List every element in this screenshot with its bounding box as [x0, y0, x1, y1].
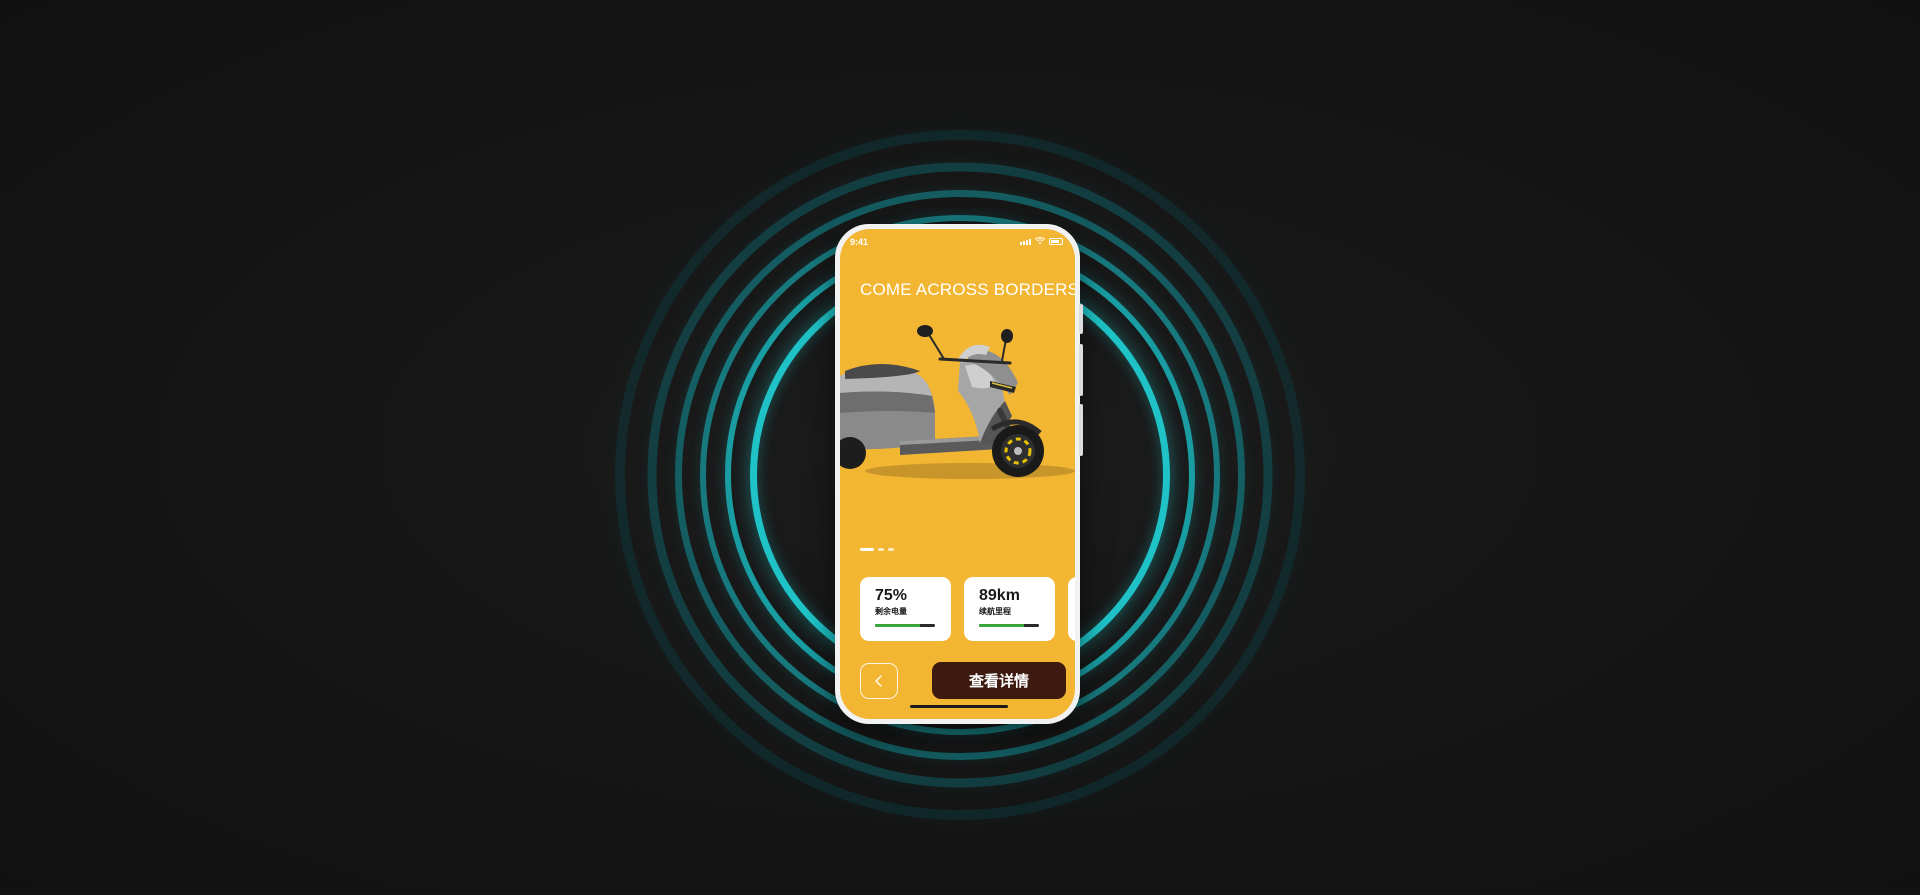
phone-side-button [1079, 344, 1083, 396]
status-time: 9:41 [850, 237, 869, 247]
phone-side-button [1079, 404, 1083, 456]
range-progress-bar [979, 624, 1039, 627]
battery-progress-bar [875, 624, 935, 627]
phone-side-button [1079, 304, 1083, 334]
app-screen: 9:41 COME ACROSS BORDERS 75% 剩余电量 89km 续… [840, 229, 1075, 719]
home-indicator[interactable] [910, 705, 1008, 708]
signal-icon [1020, 239, 1031, 245]
chevron-left-icon [875, 675, 882, 687]
next-stat-card[interactable] [1068, 577, 1075, 641]
view-details-button[interactable]: 查看详情 [932, 662, 1066, 699]
range-label: 续航里程 [979, 607, 1011, 616]
status-bar: 9:41 [840, 229, 1075, 253]
scooter-image [840, 325, 1075, 479]
stage: 9:41 COME ACROSS BORDERS 75% 剩余电量 89km 续… [0, 0, 1920, 895]
range-stat-card[interactable]: 89km 续航里程 [964, 577, 1055, 641]
range-value: 89km [979, 587, 1020, 604]
carousel-dot-active[interactable] [860, 548, 874, 551]
wifi-icon [1035, 237, 1045, 245]
battery-label: 剩余电量 [875, 607, 907, 616]
range-progress-fill [979, 624, 1024, 627]
back-button[interactable] [860, 663, 898, 699]
carousel-dot[interactable] [878, 548, 884, 551]
battery-icon [1049, 238, 1063, 245]
phone-mockup: 9:41 COME ACROSS BORDERS 75% 剩余电量 89km 续… [835, 224, 1083, 724]
carousel-dot[interactable] [888, 548, 894, 551]
stats-cards: 75% 剩余电量 89km 续航里程 [860, 577, 1075, 641]
battery-stat-card[interactable]: 75% 剩余电量 [860, 577, 951, 641]
battery-value: 75% [875, 587, 908, 604]
battery-progress-fill [875, 624, 920, 627]
carousel-indicator[interactable] [860, 548, 894, 551]
headline: COME ACROSS BORDERS [860, 280, 1075, 299]
status-icons [1020, 237, 1063, 245]
